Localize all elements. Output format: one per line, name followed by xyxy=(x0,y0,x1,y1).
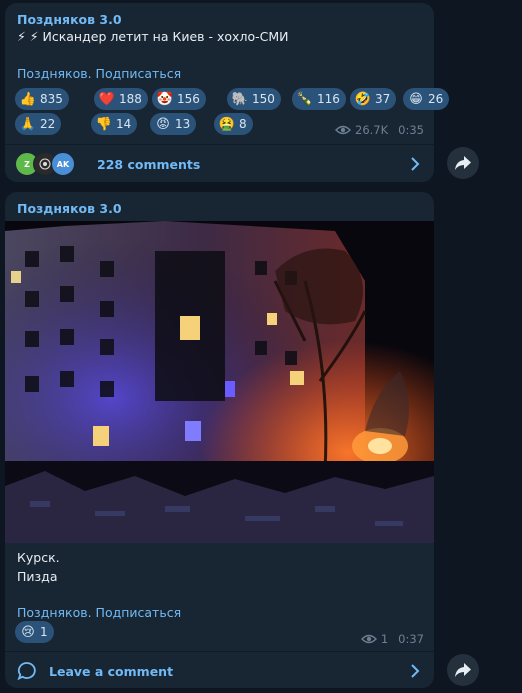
reaction-count: 116 xyxy=(317,92,340,106)
reaction-count: 13 xyxy=(175,117,191,131)
comments-button[interactable]: Z AK 228 comments xyxy=(5,144,434,183)
comments-count: 228 comments xyxy=(97,156,201,172)
reaction-count: 14 xyxy=(116,117,132,131)
reaction-emoji: 🤣 xyxy=(354,91,372,107)
leave-comment-label: Leave a comment xyxy=(49,663,174,679)
eye-icon xyxy=(335,125,352,135)
reaction-emoji: 😡 xyxy=(156,116,170,132)
message-text: ⚡ ⚡ Искандер летит на Киев - хохло-СМИ xyxy=(17,29,289,44)
reaction-count: 835 xyxy=(40,92,63,106)
subscribe-link[interactable]: Поздняков. Подписаться xyxy=(17,66,181,81)
reaction-pill[interactable]: 😁 26 xyxy=(403,88,450,110)
channel-name[interactable]: Поздняков 3.0 xyxy=(17,201,122,216)
reaction-emoji: 🤡 xyxy=(156,91,174,107)
reaction-count: 37 xyxy=(375,92,391,106)
reaction-emoji: 🐘 xyxy=(231,91,249,107)
reaction-pill[interactable]: 👎 14 xyxy=(91,113,138,135)
share-button[interactable] xyxy=(447,147,479,179)
reaction-count: 22 xyxy=(40,117,56,131)
chevron-right-icon xyxy=(411,157,420,171)
message-post-1: Поздняков 3.0 ⚡ ⚡ Искандер летит на Киев… xyxy=(5,3,450,183)
reaction-emoji: 👍 xyxy=(19,91,37,107)
message-text-line-2: Пизда xyxy=(17,569,58,584)
share-arrow-icon xyxy=(455,663,471,677)
reaction-count: 26 xyxy=(428,92,444,106)
reaction-pill[interactable]: 🙏 22 xyxy=(15,113,62,135)
reaction-emoji: ❤️ xyxy=(98,91,116,107)
channel-name[interactable]: Поздняков 3.0 xyxy=(17,12,122,27)
message-photo[interactable] xyxy=(5,221,434,543)
subscribe-link[interactable]: Поздняков. Подписаться xyxy=(17,605,181,620)
share-arrow-icon xyxy=(455,156,471,170)
reaction-count: 188 xyxy=(119,92,142,106)
avatar: AK xyxy=(51,152,75,176)
reaction-pill[interactable]: 🍾 116 xyxy=(292,88,346,110)
reaction-emoji: 🤮 xyxy=(218,116,236,132)
message-meta: 1 0:37 xyxy=(360,632,424,646)
commenter-avatars: Z AK xyxy=(15,152,79,176)
reaction-count: 1 xyxy=(40,625,48,639)
reaction-pill[interactable]: 🤣 37 xyxy=(350,88,397,110)
reaction-emoji: 😁 xyxy=(409,91,423,107)
message-time: 0:35 xyxy=(398,123,424,137)
reaction-pill[interactable]: 👍 835 xyxy=(15,88,69,110)
reaction-emoji: 👎 xyxy=(95,116,113,132)
reaction-count: 8 xyxy=(239,117,247,131)
reaction-pill[interactable]: 🤡 156 xyxy=(152,88,206,110)
eye-icon xyxy=(360,634,377,644)
message-meta: 26.7K 0:35 xyxy=(335,123,424,137)
reaction-pill[interactable]: 🐘 150 xyxy=(227,88,281,110)
share-button[interactable] xyxy=(447,654,479,686)
reaction-pill[interactable]: 😡 13 xyxy=(150,113,197,135)
message-time: 0:37 xyxy=(398,632,424,646)
comment-bubble-icon xyxy=(17,662,36,681)
message-post-2: Поздняков 3.0 Курск. Пизда Поздняков. По… xyxy=(5,192,434,688)
reaction-count: 150 xyxy=(252,92,275,106)
reaction-pill[interactable]: ❤️ 188 xyxy=(94,88,148,110)
reaction-emoji: 😢 xyxy=(21,624,35,640)
reaction-count: 156 xyxy=(177,92,200,106)
leave-comment-button[interactable]: Leave a comment xyxy=(5,651,434,690)
reaction-pill[interactable]: 😢 1 xyxy=(15,621,54,643)
chevron-right-icon xyxy=(411,664,420,678)
message-text-line-1: Курск. xyxy=(17,550,60,565)
reaction-emoji: 🙏 xyxy=(19,116,37,132)
reaction-emoji: 🍾 xyxy=(296,91,314,107)
views-count: 26.7K xyxy=(355,123,389,137)
views-count: 1 xyxy=(380,632,389,646)
reaction-pill[interactable]: 🤮 8 xyxy=(214,113,253,135)
